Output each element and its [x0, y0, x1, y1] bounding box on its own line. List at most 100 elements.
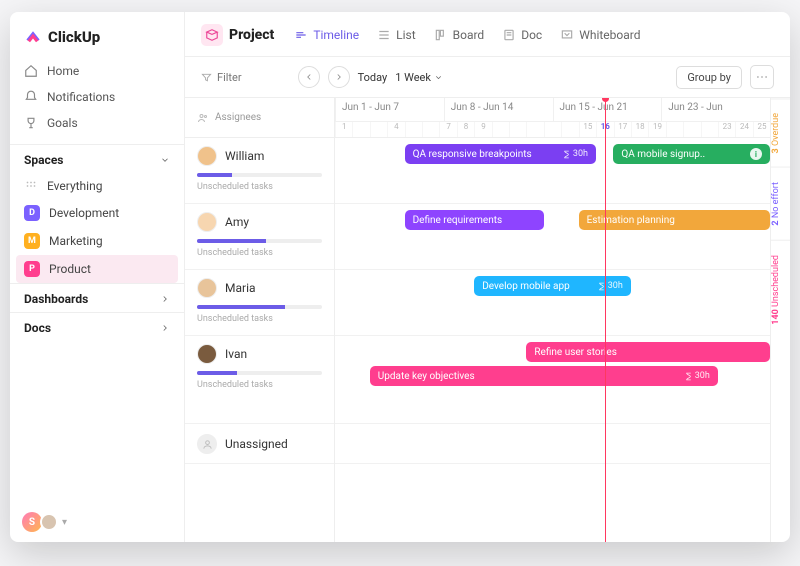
day-cell: 25	[753, 122, 770, 137]
rail-count: 140	[771, 309, 781, 325]
assignee-cell[interactable]: IvanUnscheduled tasks	[185, 336, 334, 424]
assignee-name: Ivan	[225, 347, 247, 361]
tab-label: Board	[453, 28, 485, 42]
assignee-cell[interactable]: WilliamUnscheduled tasks	[185, 138, 334, 204]
nav-home[interactable]: Home	[10, 58, 184, 84]
sidebar-space-marketing[interactable]: M Marketing	[10, 227, 184, 255]
more-button[interactable]	[750, 65, 774, 89]
bell-icon	[24, 90, 38, 104]
spaces-header[interactable]: Spaces	[10, 144, 184, 173]
avatar	[197, 344, 217, 364]
trophy-icon	[24, 116, 38, 130]
home-icon	[24, 64, 38, 78]
chevron-left-icon	[304, 72, 314, 82]
assignee-header[interactable]: Assignees	[185, 98, 334, 138]
assignee-cell[interactable]: AmyUnscheduled tasks	[185, 204, 334, 270]
space-badge: M	[24, 233, 40, 249]
project-icon	[201, 24, 223, 46]
assignee-cell[interactable]: Unassigned	[185, 424, 334, 464]
sidebar-space-product[interactable]: PProduct	[16, 255, 178, 283]
sidebar-footer: S ▾	[10, 502, 184, 542]
assignee-column: Assignees WilliamUnscheduled tasksAmyUns…	[185, 98, 335, 542]
user-avatar[interactable]: S	[22, 512, 42, 532]
assignee-name: Maria	[225, 281, 256, 295]
nav-label: Goals	[47, 116, 78, 130]
week-header: Jun 23 - Jun	[661, 98, 770, 121]
week-header: Jun 1 - Jun 7	[335, 98, 444, 121]
nav-goals[interactable]: Goals	[10, 110, 184, 136]
avatar	[197, 146, 217, 166]
other-sections: DashboardsDocs	[10, 283, 184, 341]
assignee-name: William	[225, 149, 264, 163]
today-button[interactable]: Today	[358, 71, 388, 84]
day-cell: 4	[387, 122, 404, 137]
logo[interactable]: ClickUp	[10, 12, 184, 56]
prev-button[interactable]	[298, 66, 320, 88]
tab-list[interactable]: List	[369, 24, 424, 46]
capacity-bar	[197, 305, 322, 309]
sidebar-space-everything[interactable]: Everything	[10, 173, 184, 199]
timeline-lane[interactable]: QA responsive breakpoints30h QA mobile si…	[335, 138, 770, 204]
project-title[interactable]: Project	[229, 27, 274, 43]
nav-notifications[interactable]: Notifications	[10, 84, 184, 110]
tab-label: Doc	[521, 28, 542, 42]
day-cell	[701, 122, 718, 137]
day-cell	[526, 122, 543, 137]
space-label: Everything	[47, 179, 102, 193]
task-bar[interactable]: Update key objectives30h	[370, 366, 718, 386]
rail-no-effort[interactable]: 2 No effort	[771, 167, 790, 240]
timeline-icon	[294, 28, 308, 42]
day-cell	[370, 122, 387, 137]
tab-doc[interactable]: Doc	[494, 24, 550, 46]
unassigned-icon	[197, 434, 217, 454]
rail-label: No effort	[771, 182, 781, 218]
chevron-down-icon	[434, 73, 443, 82]
tab-timeline[interactable]: Timeline	[286, 24, 367, 46]
rail-overdue[interactable]: 3 Overdue	[771, 98, 790, 167]
sidebar-section-docs[interactable]: Docs	[10, 312, 184, 341]
filter-label: Filter	[217, 71, 242, 84]
rail-count: 2	[771, 221, 781, 226]
team-avatar[interactable]	[40, 513, 58, 531]
tab-board[interactable]: Board	[426, 24, 493, 46]
space-badge: D	[24, 205, 40, 221]
space-badge: P	[24, 261, 40, 277]
footer-caret-icon[interactable]: ▾	[62, 517, 67, 528]
tab-whiteboard[interactable]: Whiteboard	[552, 24, 648, 46]
capacity-bar	[197, 371, 322, 375]
right-rail: 3 Overdue2 No effort140 Unscheduled	[770, 98, 790, 542]
task-bar[interactable]: Develop mobile app30h	[474, 276, 631, 296]
filter-icon	[201, 72, 212, 83]
assignee-cell[interactable]: MariaUnscheduled tasks	[185, 270, 334, 336]
timeline-lane[interactable]	[335, 424, 770, 464]
group-by-button[interactable]: Group by	[676, 66, 742, 89]
sidebar-space-development[interactable]: DDevelopment	[10, 199, 184, 227]
timeline-lane[interactable]: Refine user stories Update key objectives…	[335, 336, 770, 424]
task-bar[interactable]: QA responsive breakpoints30h	[405, 144, 596, 164]
next-button[interactable]	[328, 66, 350, 88]
rail-unscheduled[interactable]: 140 Unscheduled	[771, 240, 790, 339]
spaces-list: Everything DDevelopment M Marketing PProduct	[10, 173, 184, 283]
range-value: 1 Week	[395, 71, 431, 84]
task-bar[interactable]: Define requirements	[405, 210, 544, 230]
info-icon: i	[750, 148, 762, 160]
timeline-lane[interactable]: Develop mobile app30h	[335, 270, 770, 336]
sidebar: ClickUp Home Notifications Goals	[10, 12, 185, 542]
task-bar[interactable]: QA mobile signup..i	[613, 144, 770, 164]
chevron-down-icon	[160, 155, 170, 165]
range-select[interactable]: 1 Week	[395, 71, 443, 84]
day-cell: 7	[439, 122, 456, 137]
timeline-lane[interactable]: Define requirements Estimation planning	[335, 204, 770, 270]
timeline: Assignees WilliamUnscheduled tasksAmyUns…	[185, 98, 790, 542]
sidebar-section-dashboards[interactable]: Dashboards	[10, 283, 184, 312]
tab-label: List	[396, 28, 416, 42]
topbar: Project Timeline List Board Doc Whiteboard	[185, 12, 790, 57]
day-cell: 9	[474, 122, 491, 137]
filter-button[interactable]: Filter	[201, 71, 242, 84]
whiteboard-icon	[560, 28, 574, 42]
task-bar[interactable]: Refine user stories	[526, 342, 770, 362]
timeline-grid[interactable]: Jun 1 - Jun 7Jun 8 - Jun 14Jun 15 - Jun …	[335, 98, 770, 542]
space-label: Marketing	[49, 234, 103, 248]
task-bar[interactable]: Estimation planning	[579, 210, 770, 230]
tab-label: Timeline	[313, 28, 359, 42]
